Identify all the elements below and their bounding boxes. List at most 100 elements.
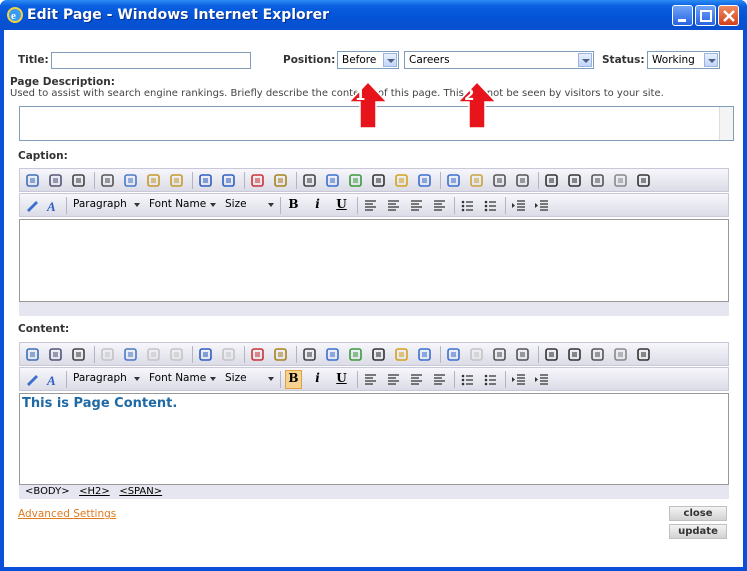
media-icon[interactable] — [393, 346, 410, 363]
font-size-dropdown[interactable]: Size — [222, 371, 276, 388]
eraser-icon[interactable] — [612, 346, 629, 363]
undo-icon[interactable] — [197, 346, 214, 363]
align-left-icon[interactable] — [362, 371, 379, 388]
form-icon[interactable] — [514, 346, 531, 363]
paragraph-format-dropdown[interactable]: Paragraph — [70, 371, 142, 388]
align-center-icon[interactable] — [385, 371, 402, 388]
cell-icon[interactable] — [491, 346, 508, 363]
cut-icon[interactable] — [99, 172, 116, 189]
flash-icon[interactable] — [370, 172, 387, 189]
align-right-icon[interactable] — [408, 371, 425, 388]
font-color-icon[interactable] — [249, 172, 266, 189]
document-link-icon[interactable] — [416, 172, 433, 189]
font-name-dropdown[interactable]: Font Name — [146, 197, 218, 214]
align-left-icon[interactable] — [362, 197, 379, 214]
indent-icon[interactable] — [510, 197, 527, 214]
undo-icon[interactable] — [197, 172, 214, 189]
style-builder-icon[interactable] — [24, 197, 41, 214]
link-icon[interactable] — [324, 172, 341, 189]
bulleted-list-icon[interactable] — [482, 371, 499, 388]
italic-button[interactable]: i — [309, 197, 326, 211]
numbered-list-icon[interactable] — [459, 197, 476, 214]
table-icon[interactable] — [445, 346, 462, 363]
select-all-icon[interactable] — [24, 172, 41, 189]
tag-path-span[interactable]: <SPAN> — [119, 486, 162, 497]
font-size-dropdown[interactable]: Size — [222, 197, 276, 214]
template-icon[interactable] — [589, 346, 606, 363]
special-char-icon[interactable] — [543, 172, 560, 189]
minimize-button[interactable] — [672, 5, 693, 26]
caption-editing-area[interactable] — [19, 219, 729, 302]
window-close-button[interactable] — [718, 5, 739, 26]
table-properties-icon[interactable] — [468, 172, 485, 189]
anchor-icon[interactable] — [301, 346, 318, 363]
cell-icon[interactable] — [491, 172, 508, 189]
redo-icon[interactable] — [220, 172, 237, 189]
align-right-icon[interactable] — [408, 197, 425, 214]
font-name-dropdown[interactable]: Font Name — [146, 371, 218, 388]
copy-icon[interactable] — [122, 346, 139, 363]
horizontal-rule-icon[interactable] — [566, 346, 583, 363]
style-builder-icon[interactable] — [24, 371, 41, 388]
binoculars-icon[interactable] — [70, 346, 87, 363]
justify-icon[interactable] — [431, 197, 448, 214]
outdent-icon[interactable] — [533, 371, 550, 388]
media-icon[interactable] — [393, 172, 410, 189]
image-icon[interactable] — [347, 172, 364, 189]
status-select[interactable]: Working — [647, 51, 720, 69]
update-button[interactable]: update — [669, 524, 727, 539]
tag-path-h2[interactable]: <H2> — [79, 486, 110, 497]
close-button[interactable]: close — [669, 506, 727, 521]
page-select[interactable]: Careers — [404, 51, 594, 69]
find-icon[interactable] — [47, 346, 64, 363]
position-select[interactable]: Before — [337, 51, 399, 69]
paste-text-icon[interactable] — [168, 346, 185, 363]
italic-button[interactable]: i — [309, 371, 326, 385]
outdent-icon[interactable] — [533, 197, 550, 214]
paste-icon[interactable] — [145, 346, 162, 363]
underline-button[interactable]: U — [333, 371, 350, 385]
html-mode-icon[interactable] — [635, 172, 652, 189]
cut-icon[interactable] — [99, 346, 116, 363]
bold-button[interactable]: B — [285, 370, 302, 389]
find-icon[interactable] — [47, 172, 64, 189]
font-color-icon[interactable] — [249, 346, 266, 363]
special-char-icon[interactable] — [543, 346, 560, 363]
table-properties-icon[interactable] — [468, 346, 485, 363]
image-icon[interactable] — [347, 346, 364, 363]
scrollbar[interactable] — [719, 107, 733, 140]
align-center-icon[interactable] — [385, 197, 402, 214]
redo-icon[interactable] — [220, 346, 237, 363]
underline-button[interactable]: U — [333, 197, 350, 211]
highlight-icon[interactable] — [272, 346, 289, 363]
title-input[interactable] — [51, 52, 251, 69]
advanced-settings-link[interactable]: Advanced Settings — [18, 508, 116, 520]
highlight-icon[interactable] — [272, 172, 289, 189]
binoculars-icon[interactable] — [70, 172, 87, 189]
select-all-icon[interactable] — [24, 346, 41, 363]
tag-path-body[interactable]: <BODY> — [25, 486, 70, 497]
paste-text-icon[interactable] — [168, 172, 185, 189]
form-icon[interactable] — [514, 172, 531, 189]
eraser-icon[interactable] — [612, 172, 629, 189]
flash-icon[interactable] — [370, 346, 387, 363]
html-mode-icon[interactable] — [635, 346, 652, 363]
paragraph-format-dropdown[interactable]: Paragraph — [70, 197, 142, 214]
anchor-icon[interactable] — [301, 172, 318, 189]
bulleted-list-icon[interactable] — [482, 197, 499, 214]
indent-icon[interactable] — [510, 371, 527, 388]
table-icon[interactable] — [445, 172, 462, 189]
bold-button[interactable]: B — [285, 197, 302, 211]
text-style-icon[interactable]: A — [44, 197, 61, 214]
paste-icon[interactable] — [145, 172, 162, 189]
copy-icon[interactable] — [122, 172, 139, 189]
numbered-list-icon[interactable] — [459, 371, 476, 388]
maximize-button[interactable] — [695, 5, 716, 26]
content-editing-area[interactable]: This is Page Content. — [19, 393, 729, 485]
text-style-icon[interactable]: A — [44, 371, 61, 388]
link-icon[interactable] — [324, 346, 341, 363]
document-link-icon[interactable] — [416, 346, 433, 363]
justify-icon[interactable] — [431, 371, 448, 388]
template-icon[interactable] — [589, 172, 606, 189]
horizontal-rule-icon[interactable] — [566, 172, 583, 189]
